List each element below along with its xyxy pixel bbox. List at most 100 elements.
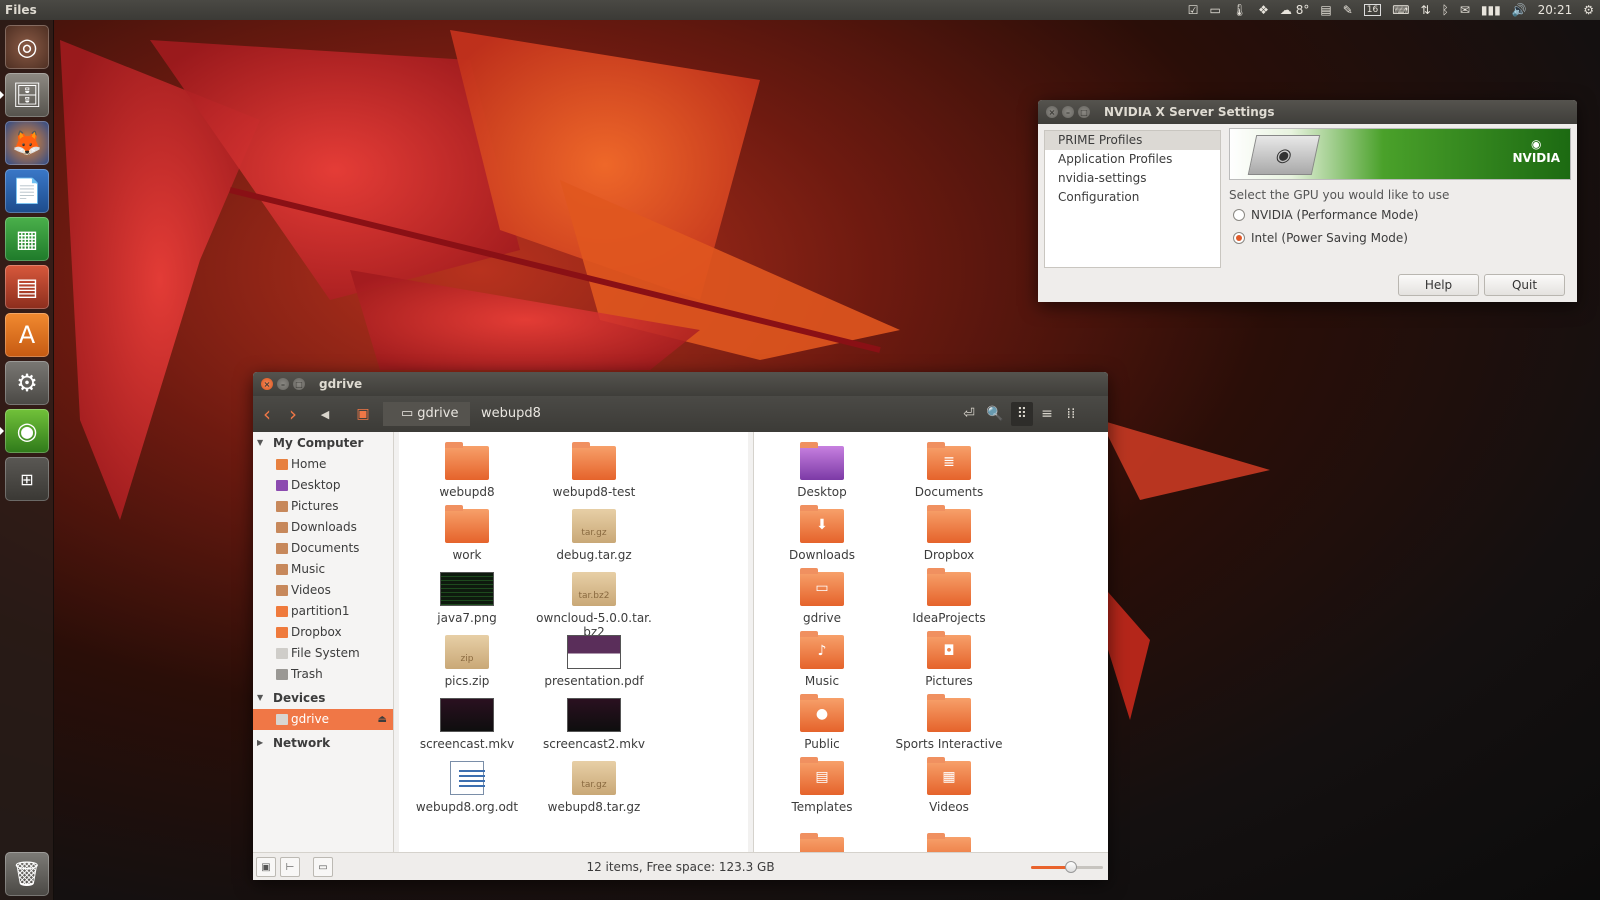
minimize-icon[interactable]: – [1062,106,1074,118]
zoom-slider-handle[interactable] [1064,861,1077,873]
nvidia-launcher-button[interactable]: ◉ [0,409,49,453]
file-item[interactable]: java7.png [402,572,532,625]
file-item[interactable]: ▤ Templates [757,757,887,814]
search-icon[interactable]: 🔍 [985,402,1005,426]
pencil-indicator-icon[interactable]: ✎ [1343,3,1353,17]
file-item[interactable]: IdeaProjects [884,568,1014,625]
sidebar-item-file-system[interactable]: File System [253,643,393,664]
folder-toggle-icon[interactable]: ▣ [353,402,373,426]
calendar-indicator[interactable]: 16 [1363,4,1382,16]
file-item[interactable]: ≣ Documents [884,442,1014,499]
file-item[interactable]: ▭ gdrive [757,568,887,625]
eject-icon[interactable]: ⏏ [378,709,387,730]
quit-button[interactable]: Quit [1484,274,1565,296]
file-item[interactable]: ▦ Videos [884,757,1014,814]
file-item[interactable]: work [402,505,532,562]
dash-home-button[interactable]: ◎ [5,25,49,69]
path-left-arrow-icon[interactable]: ◀ [315,402,335,426]
file-item[interactable]: Dropbox [884,505,1014,562]
settings-launcher-button[interactable]: ⚙ [5,361,49,405]
keyboard-indicator-icon[interactable]: ⌨ [1392,3,1409,17]
folder-icon: ● [800,694,844,732]
sidebar-heading-devices[interactable]: Devices [253,687,393,709]
bluetooth-indicator-icon[interactable]: ᛒ [1442,3,1449,17]
file-item[interactable]: Sports Interactive [884,694,1014,751]
sidebar-item-music[interactable]: Music [253,559,393,580]
sidebar-item-dropbox[interactable]: Dropbox [253,622,393,643]
sidebar-item-home[interactable]: Home [253,454,393,475]
gear-icon[interactable]: ⚙ [1583,3,1594,17]
file-item[interactable]: tar.bz2 owncloud-5.0.0.tar. bz2 [529,572,659,639]
minimize-icon[interactable]: – [277,378,289,390]
sidebar-item-trash[interactable]: Trash [253,664,393,685]
file-item-partial[interactable] [757,833,887,852]
forward-button[interactable]: › [283,402,303,426]
sidebar-item-documents[interactable]: Documents [253,538,393,559]
sidebar-item-pictures[interactable]: Pictures [253,496,393,517]
help-button[interactable]: Help [1398,274,1479,296]
sidebar-item-gdrive[interactable]: gdrive ⏏ [253,709,393,730]
sidebar-heading-network[interactable]: Network [253,732,393,754]
radio-button[interactable] [1233,209,1245,221]
sidebar-item-partition1[interactable]: partition1 [253,601,393,622]
file-item[interactable]: webupd8-test [529,442,659,499]
file-item[interactable]: ◘ Pictures [884,631,1014,688]
close-icon[interactable]: × [261,378,273,390]
file-item-partial[interactable] [884,833,1014,852]
breadcrumb-webupd8[interactable]: webupd8 [463,402,553,426]
settings-gear-icon: ⚙ [16,369,38,397]
nav-item-nvidia-settings-configuration[interactable]: nvidia-settings Configuration [1045,169,1220,204]
file-item[interactable]: tar.gz webupd8.tar.gz [529,761,659,814]
weather-indicator[interactable]: ☁ 8° [1280,3,1309,17]
file-item[interactable]: screencast2.mkv [529,698,659,751]
file-item[interactable]: ● Public [757,694,887,751]
impress-launcher-button[interactable]: ▤ [5,265,49,309]
file-item[interactable]: webupd8 [402,442,532,499]
battery-indicator-icon[interactable]: ▮▮▮ [1481,3,1501,17]
radio-nvidia-performance[interactable]: NVIDIA (Performance Mode) [1233,208,1571,222]
temperature-indicator-icon[interactable]: 🌡 [1232,3,1247,17]
file-item[interactable]: zip pics.zip [402,635,532,688]
breadcrumb-gdrive[interactable]: ▭ gdrive [383,402,471,426]
nav-item-prime-profiles[interactable]: PRIME Profiles [1045,131,1220,150]
icon-view-button[interactable]: ⠿ [1011,402,1033,426]
dropbox-indicator-icon[interactable]: ❖ [1258,3,1269,17]
software-center-launcher-button[interactable]: A [5,313,49,357]
open-terminal-icon[interactable]: ⏎ [959,402,979,426]
workspace-switcher-button[interactable]: ⊞ [5,457,49,501]
firefox-launcher-button[interactable]: 🦊 [5,121,49,165]
file-item[interactable]: ♪ Music [757,631,887,688]
radio-button-selected[interactable] [1233,232,1245,244]
window-indicator-icon[interactable]: ▭ [1210,3,1221,17]
files-launcher-button[interactable]: 🗄 [0,73,49,117]
mail-indicator-icon[interactable]: ✉ [1460,3,1470,17]
file-item[interactable]: screencast.mkv [402,698,532,751]
file-item[interactable]: Desktop [757,442,887,499]
network-indicator-icon[interactable]: ⇅ [1421,3,1431,17]
status-bar: ▣ ⊢ ▭ 12 items, Free space: 123.3 GB [253,852,1108,880]
maximize-icon[interactable]: □ [1078,106,1090,118]
drive-indicator-icon[interactable]: ▤ [1320,3,1331,17]
sidebar-heading-my-computer[interactable]: My Computer [253,432,393,454]
writer-launcher-button[interactable]: 📄 [5,169,49,213]
calc-launcher-button[interactable]: ▦ [5,217,49,261]
close-icon[interactable]: × [1046,106,1058,118]
sidebar-item-downloads[interactable]: Downloads [253,517,393,538]
file-item[interactable]: ⬇ Downloads [757,505,887,562]
nav-item-application-profiles[interactable]: Application Profiles [1045,150,1220,169]
file-item[interactable]: webupd8.org.odt [402,761,532,814]
list-view-button[interactable]: ≡ [1037,402,1057,426]
clock[interactable]: 20:21 [1538,3,1573,17]
launcher: ◎ 🗄 🦊 📄 ▦ ▤ A ⚙ ◉ ⊞ 🗑 [0,20,54,900]
radio-intel-power-saving[interactable]: Intel (Power Saving Mode) [1233,231,1571,245]
trash-launcher-button[interactable]: 🗑 [5,852,49,896]
maximize-icon[interactable]: □ [293,378,305,390]
file-item[interactable]: presentation.pdf [529,635,659,688]
file-item[interactable]: tar.gz debug.tar.gz [529,509,659,562]
volume-indicator-icon[interactable]: 🔊 [1512,3,1527,17]
sidebar-item-videos[interactable]: Videos [253,580,393,601]
checkbox-indicator-icon[interactable]: ☑ [1188,3,1199,17]
compact-view-button[interactable]: ⁞⁞ [1061,402,1081,426]
back-button[interactable]: ‹ [257,402,277,426]
sidebar-item-desktop[interactable]: Desktop [253,475,393,496]
